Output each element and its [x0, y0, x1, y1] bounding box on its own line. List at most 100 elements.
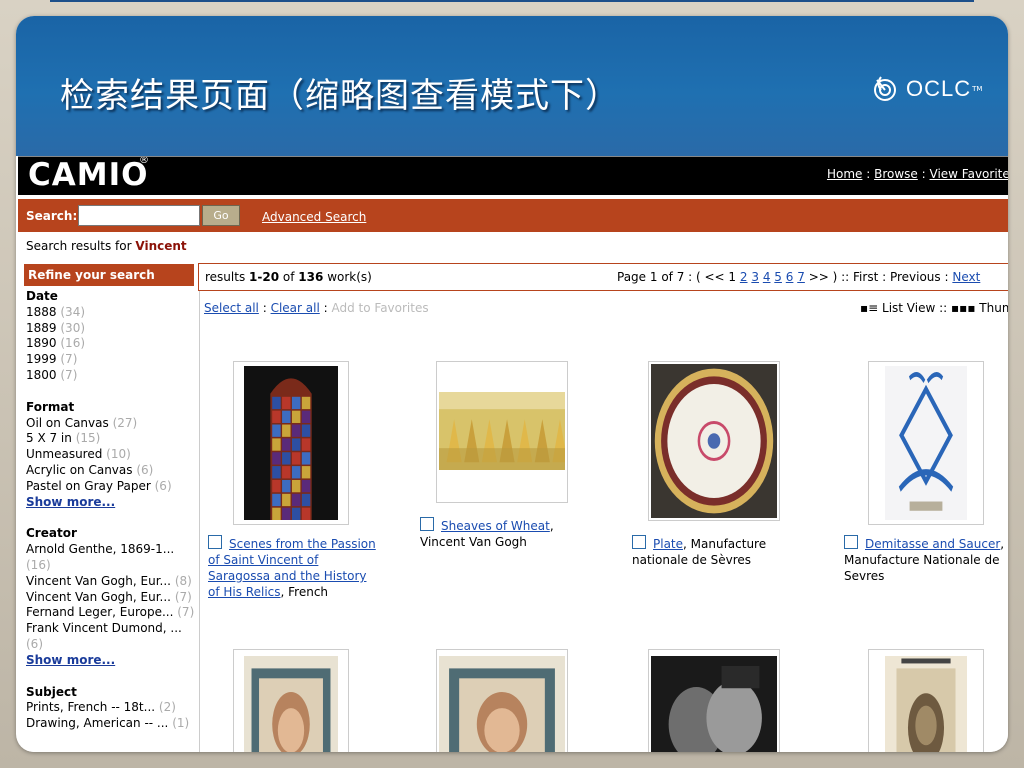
go-button[interactable]: Go [202, 205, 240, 226]
page-link[interactable]: 2 [740, 270, 748, 284]
slide: 检索结果页面（缩略图查看模式下） OCLC TM CAMIO ® Home : … [16, 16, 1008, 752]
item-title-link[interactable]: Plate [653, 537, 683, 551]
results-for-term: Vincent [135, 239, 187, 253]
facet-item-label: Pastel on Gray Paper [26, 478, 151, 493]
thumbnail[interactable] [436, 361, 568, 503]
item-title-link[interactable]: Sheaves of Wheat [441, 519, 550, 533]
facet-item[interactable]: 1888 (34) [26, 305, 198, 321]
facet-item-count: (6) [154, 478, 172, 493]
refine-heading: Refine your search [24, 264, 194, 286]
page-link[interactable]: 7 [797, 270, 805, 284]
results-count: results 1-20 of 136 work(s) [205, 270, 372, 284]
nav-link-0[interactable]: Home [827, 167, 862, 181]
facet-item[interactable]: Drawing, American -- ... (1) [26, 716, 198, 732]
list-view-icon[interactable]: ▪≡ [860, 301, 878, 315]
facet-item[interactable]: Fernand Leger, Europe... (7) [26, 605, 198, 621]
show-more-link[interactable]: Show more... [26, 653, 198, 669]
thumbnail[interactable] [868, 649, 984, 752]
facet-gap [26, 510, 198, 526]
thumbnail-image[interactable] [651, 364, 777, 522]
facet-item[interactable]: Frank Vincent Dumond, ... (6) [26, 621, 198, 653]
facet-item[interactable]: 5 X 7 in (15) [26, 431, 198, 447]
thumbnail[interactable] [648, 361, 780, 521]
page-link[interactable]: 6 [786, 270, 794, 284]
show-more-link[interactable]: Show more... [26, 495, 198, 511]
clear-all-link[interactable]: Clear all [271, 301, 320, 315]
sidebar-divider [199, 287, 200, 752]
facet-item-label: Unmeasured [26, 447, 103, 462]
facet-item-count: (6) [26, 636, 43, 651]
facet-item[interactable]: Pastel on Gray Paper (6) [26, 479, 198, 495]
facet-item[interactable]: Prints, French -- 18t... (2) [26, 700, 198, 716]
thumbnail[interactable] [233, 649, 349, 752]
facet-item[interactable]: 1890 (16) [26, 336, 198, 352]
select-checkbox[interactable] [208, 535, 222, 549]
next-page-link[interactable]: Next [952, 270, 980, 284]
pager-tail: >> ) :: First : Previous : [808, 270, 949, 284]
facet-item-label: Vincent Van Gogh, Eur... [26, 573, 171, 588]
thumbnail-image[interactable] [885, 366, 967, 524]
facet-item[interactable]: 1999 (7) [26, 352, 198, 368]
thumbnail-image[interactable] [439, 392, 568, 474]
refine-sidebar: Date 1888 (34) 1889 (30) 1890 (16) 1999 (7) 1… [26, 289, 198, 732]
page-link[interactable]: 5 [774, 270, 782, 284]
page-link[interactable]: 3 [751, 270, 759, 284]
thumbnail[interactable] [648, 649, 780, 752]
thumbnail-image[interactable] [439, 656, 565, 752]
facet-item[interactable]: Arnold Genthe, 1869-1... (16) [26, 542, 198, 574]
thumbnail-view-link[interactable]: Thumb [979, 301, 1008, 315]
oclc-logo-icon [874, 76, 896, 101]
facet-item-label: 5 X 7 in [26, 431, 72, 446]
page-link[interactable]: 4 [763, 270, 771, 284]
thumbnail-image[interactable] [244, 656, 338, 752]
facet-item-label: Vincent Van Gogh, Eur... [26, 589, 171, 604]
pager: Page 1 of 7 : ( << 1 2 3 4 5 6 7 >> ) ::… [617, 270, 980, 284]
facet-item[interactable]: Oil on Canvas (27) [26, 416, 198, 432]
facet-item[interactable]: Vincent Van Gogh, Eur... (8) [26, 574, 198, 590]
facet-item-label: 1890 [26, 336, 57, 351]
facet-item[interactable]: 1800 (7) [26, 368, 198, 384]
select-checkbox[interactable] [420, 517, 434, 531]
facet-item[interactable]: Unmeasured (10) [26, 447, 198, 463]
facet-item-count: (2) [158, 700, 176, 715]
facet-title: Creator [26, 526, 77, 541]
select-checkbox[interactable] [632, 535, 646, 549]
item-title-link[interactable]: Demitasse and Saucer [865, 537, 1000, 551]
nav-separator: : [866, 167, 871, 181]
thumbnail-image[interactable] [651, 656, 777, 752]
list-view-link[interactable]: List View [882, 301, 935, 315]
facet-item-count: (7) [60, 352, 78, 367]
facet-item-label: Fernand Leger, Europe... [26, 605, 174, 620]
facet-item[interactable]: Acrylic on Canvas (6) [26, 463, 198, 479]
camio-header: CAMIO ® Home : Browse : View Favorites [18, 157, 1008, 195]
add-to-favorites-link[interactable]: Add to Favorites [331, 301, 428, 315]
thumbnail-image[interactable] [244, 366, 338, 524]
advanced-search-link[interactable]: Advanced Search [262, 210, 366, 224]
facet-item-count: (16) [60, 336, 86, 351]
oclc-logo-text: OCLC [906, 76, 972, 101]
thumbnail[interactable] [233, 361, 349, 525]
view-toggle: ▪≡ List View :: ▪▪▪ Thumb [860, 301, 1008, 315]
facet-group: Subject Prints, French -- 18t... (2) Drawi… [26, 685, 198, 732]
thumbnail-view-icon[interactable]: ▪▪▪ [951, 301, 975, 315]
thumbnail[interactable] [436, 649, 568, 752]
camio-logo[interactable]: CAMIO [28, 157, 148, 193]
thumbnail-image[interactable] [885, 656, 967, 752]
results-unit: work(s) [327, 270, 372, 284]
item-caption: Plate, Manufacture nationale de Sèvres [632, 535, 792, 568]
thumbnail[interactable] [868, 361, 984, 525]
facet-item-count: (27) [112, 415, 138, 430]
select-checkbox[interactable] [844, 535, 858, 549]
item-caption: Sheaves of Wheat, Vincent Van Gogh [420, 517, 580, 550]
search-input[interactable] [78, 205, 200, 226]
nav-link-2[interactable]: View Favorites [930, 167, 1009, 181]
facet-item-label: 1889 [26, 320, 57, 335]
facet-item-count: (7) [174, 589, 192, 604]
nav-link-1[interactable]: Browse [874, 167, 918, 181]
select-all-link[interactable]: Select all [204, 301, 259, 315]
facet-group: Date 1888 (34) 1889 (30) 1890 (16) 1999 (7) 1… [26, 289, 198, 384]
facet-item[interactable]: Vincent Van Gogh, Eur... (7) [26, 590, 198, 606]
facet-item-label: 1999 [26, 352, 57, 367]
facet-item[interactable]: 1889 (30) [26, 321, 198, 337]
facet-title: Date [26, 289, 58, 303]
